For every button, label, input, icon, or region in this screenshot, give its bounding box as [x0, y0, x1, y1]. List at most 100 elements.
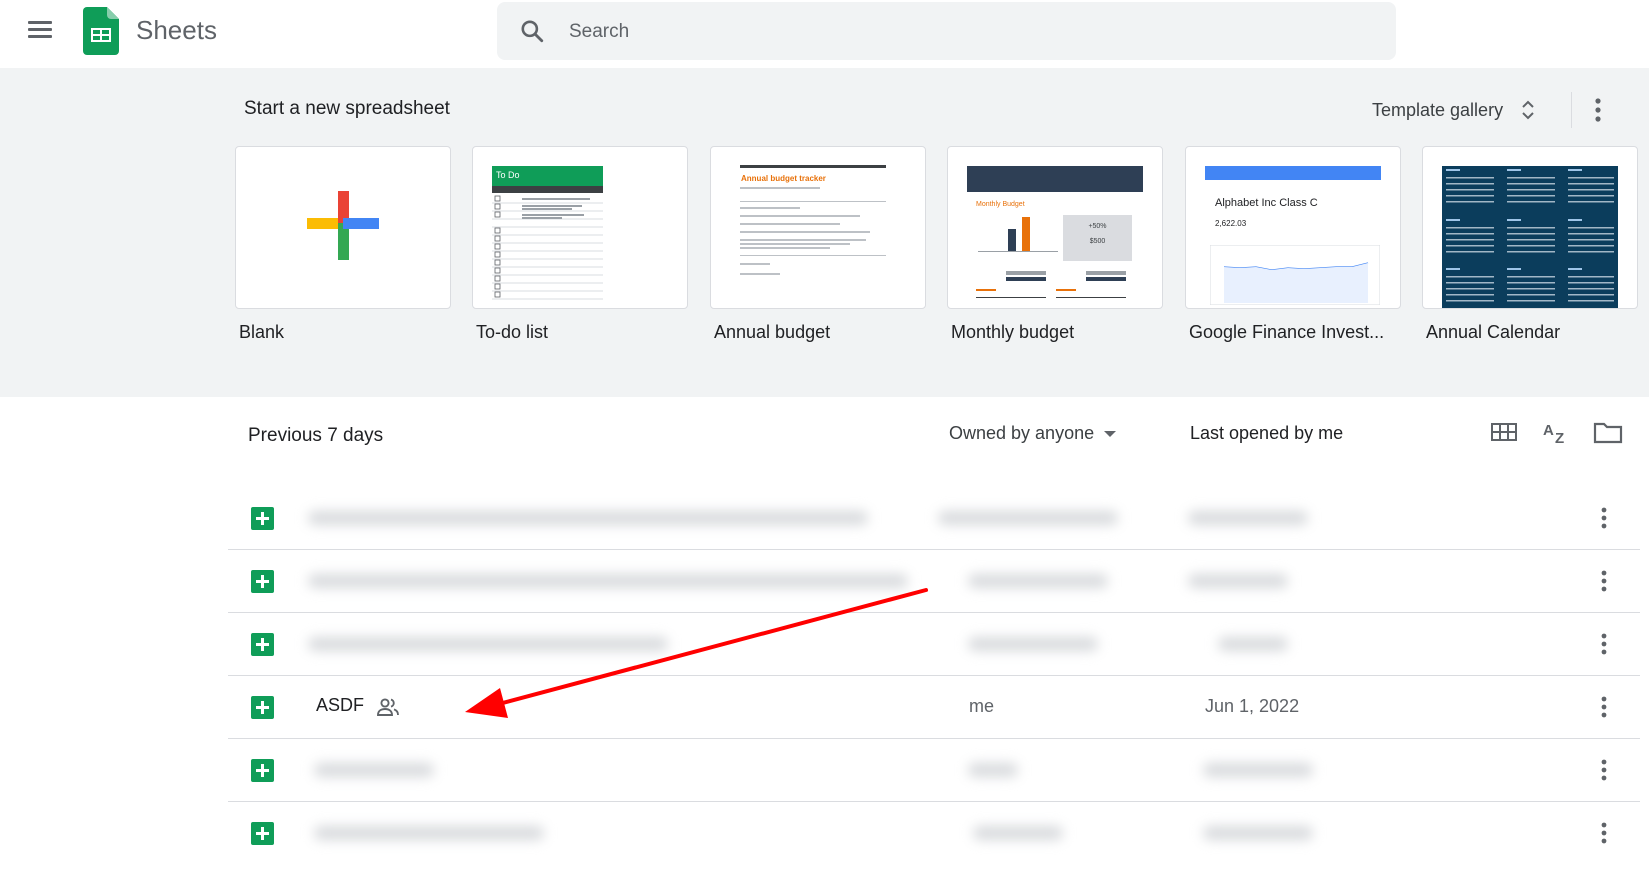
- menu-icon-bar: [28, 28, 52, 31]
- template-gallery-button[interactable]: Template gallery: [1372, 90, 1535, 130]
- template-card[interactable]: Alphabet Inc Class C 2,622.03: [1185, 146, 1401, 309]
- blurred-redaction: [1203, 763, 1313, 777]
- preview-rule: [740, 165, 886, 168]
- app-header: Sheets: [0, 0, 1649, 68]
- file-date: Jun 1, 2022: [1205, 696, 1300, 716]
- template-card[interactable]: [1422, 146, 1638, 309]
- blurred-redaction: [968, 763, 1018, 777]
- plus-icon: [307, 191, 379, 260]
- more-vert-icon[interactable]: [1594, 693, 1614, 721]
- preview-text-lines: [740, 187, 886, 275]
- preview-header: [1205, 166, 1381, 180]
- more-vert-icon[interactable]: [1588, 94, 1608, 126]
- owner-filter-label: Owned by anyone: [949, 423, 1095, 443]
- main-menu-button[interactable]: [26, 18, 54, 42]
- sheets-file-icon: [251, 759, 274, 782]
- file-row[interactable]: [228, 613, 1640, 676]
- template-label: Google Finance Invest...: [1189, 322, 1385, 342]
- preview-calendar: [1442, 166, 1618, 308]
- template-label: Blank: [239, 322, 285, 342]
- more-vert-icon[interactable]: [1594, 630, 1614, 658]
- folder-icon[interactable]: [1592, 418, 1624, 446]
- preview-amount: $500: [1089, 238, 1106, 245]
- file-row[interactable]: [228, 739, 1640, 802]
- sheets-logo-icon[interactable]: [83, 7, 119, 55]
- menu-icon-bar: [28, 21, 52, 24]
- svg-text:A: A: [1543, 422, 1554, 439]
- preview-title: Alphabet Inc Class C: [1215, 197, 1318, 209]
- preview-header: To Do: [492, 166, 603, 186]
- template-google-finance[interactable]: Alphabet Inc Class C 2,622.03 Google Fin…: [1185, 146, 1401, 343]
- template-gallery-label: Template gallery: [1372, 99, 1504, 120]
- preview-title: To Do: [496, 170, 520, 180]
- blurred-redaction: [968, 637, 1098, 651]
- preview-tables: [976, 271, 1126, 298]
- sheets-file-icon: [251, 696, 274, 719]
- section-title-new-spreadsheet: Start a new spreadsheet: [244, 98, 450, 119]
- template-label: Monthly budget: [951, 322, 1075, 342]
- file-owner: me: [969, 696, 995, 716]
- preview-header: [967, 166, 1143, 192]
- sheets-file-icon: [251, 570, 274, 593]
- blurred-redaction: [1218, 637, 1288, 651]
- template-label: Annual Calendar: [1426, 322, 1561, 342]
- file-list-section-title: Previous 7 days: [248, 425, 384, 446]
- preview-bar-chart: [978, 217, 1058, 252]
- more-vert-icon[interactable]: [1594, 819, 1614, 847]
- template-annual-calendar[interactable]: Annual Calendar: [1422, 146, 1638, 343]
- file-row[interactable]: [228, 550, 1640, 613]
- sort-last-opened-button[interactable]: Last opened by me: [1190, 423, 1343, 444]
- template-card[interactable]: Monthly Budget +50% $500: [947, 146, 1163, 309]
- menu-icon-bar: [28, 35, 52, 38]
- people-icon: [377, 698, 399, 716]
- preview-line-chart: [1210, 245, 1380, 305]
- template-annual-budget[interactable]: Annual budget tracker Annual budget: [710, 146, 926, 343]
- file-name[interactable]: ASDF: [316, 695, 364, 716]
- blurred-redaction: [938, 511, 1118, 525]
- blurred-redaction: [1203, 826, 1313, 840]
- template-label: Annual budget: [714, 322, 831, 342]
- more-vert-icon[interactable]: [1594, 567, 1614, 595]
- template-card[interactable]: To Do: [472, 146, 688, 309]
- blurred-redaction: [308, 637, 668, 651]
- blurred-redaction: [973, 826, 1063, 840]
- file-row[interactable]: [228, 487, 1640, 550]
- template-gallery-section: Start a new spreadsheet Template gallery…: [0, 68, 1649, 397]
- more-vert-icon[interactable]: [1594, 504, 1614, 532]
- preview-summary-box: +50% $500: [1063, 215, 1132, 261]
- file-row[interactable]: ASDF me Jun 1, 2022: [228, 676, 1640, 739]
- unfold-icon: [1522, 100, 1534, 120]
- grid-view-icon[interactable]: [1488, 418, 1520, 446]
- blurred-redaction: [308, 574, 908, 588]
- search-bar[interactable]: [497, 2, 1396, 60]
- sort-az-icon[interactable]: A Z: [1540, 418, 1572, 446]
- preview-price: 2,622.03: [1215, 219, 1247, 228]
- owner-filter-dropdown[interactable]: Owned by anyone: [949, 423, 1117, 444]
- preview-title: Monthly Budget: [976, 201, 1025, 208]
- app-title[interactable]: Sheets: [136, 15, 217, 46]
- blurred-redaction: [1188, 574, 1288, 588]
- preview-stat: +50%: [1088, 223, 1107, 230]
- blurred-redaction: [968, 574, 1108, 588]
- template-monthly-budget[interactable]: Monthly Budget +50% $500 Monthly budget: [947, 146, 1163, 343]
- template-blank[interactable]: Blank: [235, 146, 451, 343]
- sheets-file-icon: [251, 822, 274, 845]
- sheets-file-icon: [251, 633, 274, 656]
- template-card[interactable]: Annual budget tracker: [710, 146, 926, 309]
- template-card[interactable]: [235, 146, 451, 309]
- preview-rows: [492, 195, 603, 300]
- preview-title: Annual budget tracker: [741, 174, 826, 183]
- template-todo-list[interactable]: To Do To-do list: [472, 146, 688, 343]
- search-icon[interactable]: [519, 18, 545, 44]
- blurred-redaction: [314, 763, 434, 777]
- more-vert-icon[interactable]: [1594, 756, 1614, 784]
- blurred-redaction: [1188, 511, 1308, 525]
- preview-subheader: [492, 186, 603, 193]
- template-label: To-do list: [476, 322, 549, 342]
- svg-text:Z: Z: [1555, 430, 1564, 446]
- sheets-file-icon: [251, 507, 274, 530]
- search-input[interactable]: [567, 16, 1351, 48]
- file-row[interactable]: [228, 802, 1640, 864]
- divider: [1571, 92, 1572, 128]
- blurred-redaction: [314, 826, 544, 840]
